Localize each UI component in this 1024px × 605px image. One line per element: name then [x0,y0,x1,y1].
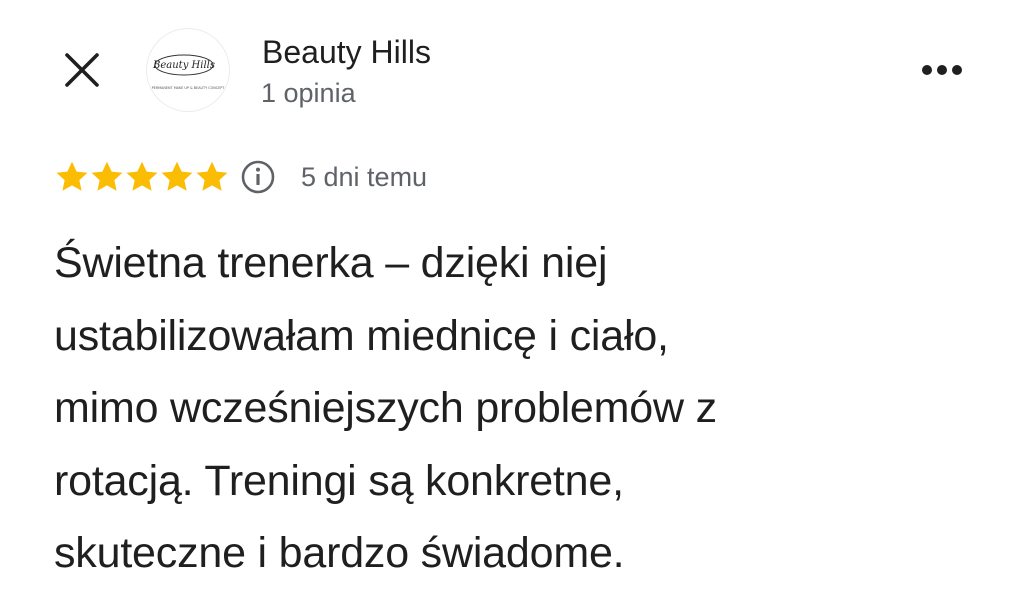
star-filled-icon [56,161,88,191]
business-logo: Beauty Hills PERMANENT MAKE UP & BEAUTY … [152,54,226,90]
close-icon [65,53,99,87]
close-button[interactable] [58,50,106,90]
star-filled-icon [196,161,228,191]
info-icon[interactable] [241,160,275,194]
star-rating [54,159,229,195]
review-text-line: ustabilizowałam miednicę i ciało, [54,311,669,360]
review-date: 5 dni temu [301,162,428,192]
review-text-line: mimo wcześniejszych problemów z [54,384,717,432]
more-options-button[interactable] [910,52,974,88]
svg-text:PERMANENT MAKE UP & BEAUTY CON: PERMANENT MAKE UP & BEAUTY CONCEPT [152,86,226,90]
business-name[interactable]: Beauty Hills [262,32,431,72]
svg-text:Beauty Hills: Beauty Hills [152,60,215,71]
rating-row: 5 dni temu [54,156,427,198]
star-filled-icon [161,161,193,191]
review-text-line: Świetna trenerka – dzięki niej [54,239,608,287]
review-text: Świetna trenerka – dzięki niej ustabiliz… [54,227,984,590]
star-filled-icon [126,161,158,191]
business-avatar[interactable]: Beauty Hills PERMANENT MAKE UP & BEAUTY … [146,28,230,112]
more-horizontal-icon [922,65,962,75]
review-count: 1 opinia [261,78,356,108]
review-text-line: skuteczne i bardzo świadome. [54,529,625,577]
review-text-line: rotacją. Treningi są konkretne, [54,456,624,505]
star-filled-icon [91,161,123,191]
